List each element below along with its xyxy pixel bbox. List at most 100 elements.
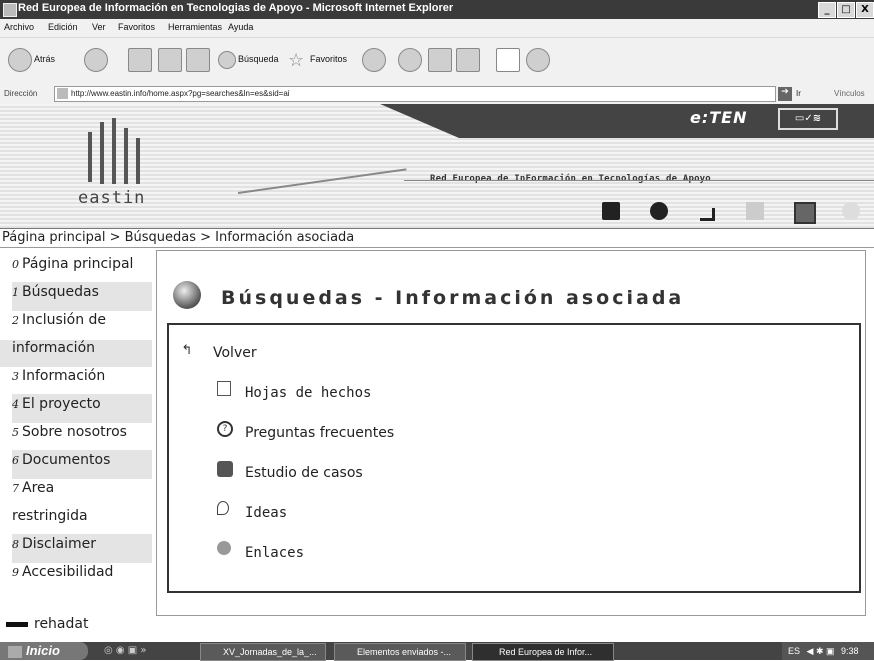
address-input[interactable]: http://www.eastin.info/home.aspx?pg=sear… xyxy=(54,86,776,102)
start-button[interactable]: Inicio xyxy=(0,642,88,660)
tree-icon[interactable] xyxy=(746,202,764,220)
sidebar-item-accesibilidad[interactable]: 9 Accesibilidad xyxy=(12,564,152,591)
logo-bar xyxy=(100,122,104,184)
ie-icon xyxy=(3,3,17,17)
menu-archivo[interactable]: Archivo xyxy=(4,22,34,32)
sidebar-item-label: Accesibilidad xyxy=(22,564,114,580)
task-elementos[interactable]: Elementos enviados -... xyxy=(334,643,466,661)
sidebar-item-label: Inclusión de xyxy=(22,312,107,328)
menu-edicion[interactable]: Edición xyxy=(48,22,78,32)
sidebar-item-inclusion[interactable]: 2 Inclusión de xyxy=(12,312,152,339)
task-jornadas[interactable]: XV_Jornadas_de_la_... xyxy=(200,643,326,661)
window-title: Red Europea de Información en Tecnologia… xyxy=(18,2,454,14)
minimize-button[interactable]: _ xyxy=(818,2,836,18)
messenger-icon[interactable] xyxy=(526,48,550,72)
sidebar-item-label: El proyecto xyxy=(22,396,101,412)
hojas-de-hechos-link[interactable]: Hojas de hechos xyxy=(245,385,371,401)
rehadat-label: rehadat xyxy=(34,616,89,632)
sidebar-item-restringida[interactable]: restringida xyxy=(0,508,152,535)
bulb-icon xyxy=(217,501,229,515)
window-title-bar[interactable]: Red Europea de Información en Tecnologia… xyxy=(0,0,874,19)
address-bar: Dirección http://www.eastin.info/home.as… xyxy=(0,84,874,105)
sidebar-item-sobre-nosotros[interactable]: 5 Sobre nosotros xyxy=(12,424,152,451)
sidebar-item-informacion-cont[interactable]: información xyxy=(0,340,152,367)
home-icon[interactable] xyxy=(186,48,210,72)
history-icon[interactable] xyxy=(362,48,386,72)
edit-icon[interactable] xyxy=(456,48,480,72)
page-icon xyxy=(57,88,68,99)
forward-arrow-icon[interactable] xyxy=(84,48,108,72)
menu-ayuda[interactable]: Ayuda xyxy=(228,22,253,32)
menu-bar: Archivo Edición Ver Favoritos Herramient… xyxy=(0,19,874,38)
main-panel: Búsquedas - Información asociada ↰ Volve… xyxy=(156,250,866,616)
sidebar-item-busquedas[interactable]: 1 Búsquedas xyxy=(12,282,152,311)
battery-icon[interactable] xyxy=(602,202,620,220)
stop-icon[interactable] xyxy=(128,48,152,72)
favorites-button-label[interactable]: Favoritos xyxy=(310,54,347,64)
refresh-icon[interactable] xyxy=(158,48,182,72)
puzzle-icon[interactable] xyxy=(794,202,816,224)
rehadat-bar-icon xyxy=(6,621,28,627)
item-number: 9 xyxy=(12,566,19,579)
spiral-icon[interactable] xyxy=(650,202,668,220)
logo-bar xyxy=(136,138,140,184)
estudio-de-casos-link[interactable]: Estudio de casos xyxy=(245,465,363,481)
task-red-europea[interactable]: Red Europea de Infor... xyxy=(472,643,614,661)
windows-logo-icon xyxy=(8,645,22,658)
language-indicator[interactable]: ES xyxy=(788,646,800,656)
sidebar-item-informacion[interactable]: 3 Información xyxy=(12,368,152,395)
discuss-icon[interactable] xyxy=(496,48,520,72)
sidebar-item-disclaimer[interactable]: 8 Disclaimer xyxy=(12,534,152,563)
search-button-label[interactable]: Búsqueda xyxy=(238,54,279,64)
ideas-link[interactable]: Ideas xyxy=(245,505,287,521)
globe-icon xyxy=(173,281,201,309)
menu-favoritos[interactable]: Favoritos xyxy=(118,22,155,32)
address-url: http://www.eastin.info/home.aspx?pg=sear… xyxy=(71,89,290,98)
rehadat-link[interactable]: rehadat xyxy=(6,616,146,643)
ball-icon[interactable] xyxy=(842,202,860,220)
sidebar-item-label: Información xyxy=(22,368,106,384)
sidebar-item-el-proyecto[interactable]: 4 El proyecto xyxy=(12,394,152,423)
eten-logo-text: e:TEN xyxy=(690,108,748,127)
task-label: XV_Jornadas_de_la_... xyxy=(223,647,317,657)
enlaces-link[interactable]: Enlaces xyxy=(245,545,304,561)
volver-link[interactable]: Volver xyxy=(213,345,257,361)
site-banner: eastin e:TEN ▭✓≋ Red Europea de InFormac… xyxy=(0,104,874,228)
item-number: 6 xyxy=(12,454,19,467)
sidebar-item-label: Sobre nosotros xyxy=(22,424,127,440)
search-icon[interactable] xyxy=(218,51,236,69)
go-button-label[interactable]: Ir xyxy=(796,89,801,98)
hook-icon[interactable] xyxy=(700,208,715,221)
close-button[interactable]: X xyxy=(856,2,874,18)
sidebar-item-area[interactable]: 7 Area xyxy=(12,480,152,507)
links-label[interactable]: Vínculos xyxy=(834,89,865,98)
print-icon[interactable] xyxy=(428,48,452,72)
mail-icon[interactable] xyxy=(398,48,422,72)
favorites-star-icon[interactable]: ☆ xyxy=(288,50,308,71)
back-curl-icon[interactable]: ↰ xyxy=(179,343,195,359)
eten-emblem-icon: ▭✓≋ xyxy=(778,108,838,130)
back-arrow-icon[interactable] xyxy=(8,48,32,72)
sidebar-item-pagina-principal[interactable]: 0 Página principal xyxy=(12,256,152,283)
tray-icons[interactable]: ◀ ✱ ▣ xyxy=(807,646,835,656)
globe-person-icon xyxy=(217,541,231,555)
document-icon xyxy=(217,381,231,396)
page-title: Búsquedas - Información asociada xyxy=(221,287,685,309)
item-number: 1 xyxy=(12,286,19,299)
menu-ver[interactable]: Ver xyxy=(92,22,106,32)
sidebar-item-documentos[interactable]: 6 Documentos xyxy=(12,450,152,479)
back-button-label[interactable]: Atrás xyxy=(34,54,55,64)
clock[interactable]: 9:38 xyxy=(841,646,859,656)
go-arrow-icon[interactable]: ➔ xyxy=(778,87,792,101)
menu-herramientas[interactable]: Herramientas xyxy=(168,22,222,32)
quick-launch-icons[interactable]: ◎ ◉ ▣ » xyxy=(104,645,164,657)
eastin-logo-text: eastin xyxy=(78,188,146,208)
logo-bar xyxy=(88,132,92,182)
system-tray: ES ◀ ✱ ▣ 9:38 xyxy=(782,642,874,660)
maximize-button[interactable]: □ xyxy=(837,2,855,18)
item-number: 5 xyxy=(12,426,19,439)
breadcrumb-text[interactable]: Página principal > Búsquedas > Informaci… xyxy=(2,230,354,245)
preguntas-frecuentes-link[interactable]: Preguntas frecuentes xyxy=(245,425,394,441)
sidebar: 0 Página principal 1 Búsquedas 2 Inclusión … xyxy=(0,250,152,636)
address-label: Dirección xyxy=(4,89,38,98)
